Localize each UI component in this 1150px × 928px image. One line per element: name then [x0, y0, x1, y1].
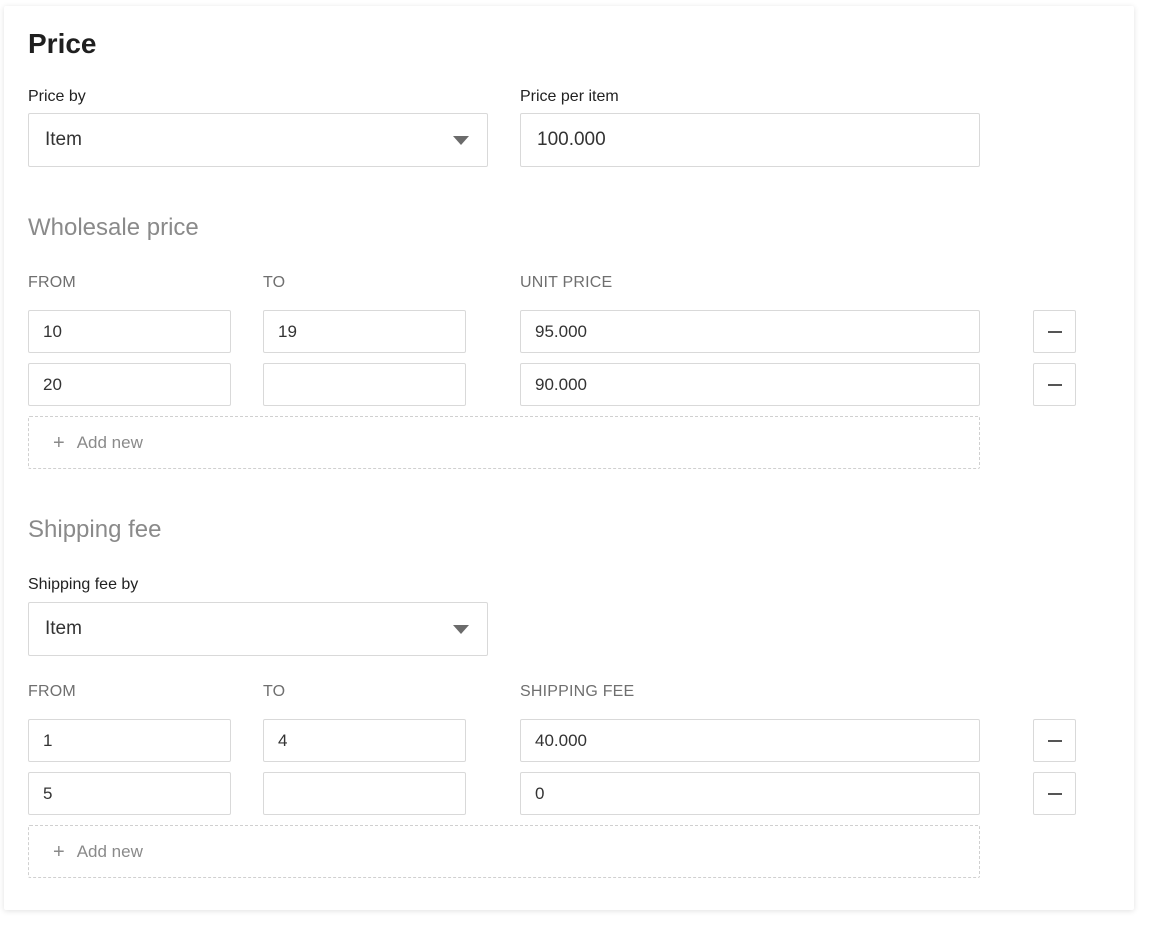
remove-row-button[interactable]: [1033, 310, 1076, 353]
shipping-fee-input[interactable]: 40.000: [520, 719, 980, 762]
price-per-item-input[interactable]: 100.000: [520, 113, 980, 167]
wholesale-unit-price-header: UNIT PRICE: [520, 274, 613, 291]
shipping-title: Shipping fee: [28, 516, 162, 543]
shipping-fee-by-select[interactable]: Item: [28, 602, 488, 656]
shipping-fee-by-label: Shipping fee by: [28, 576, 139, 593]
wholesale-unit-price-value: 95.000: [535, 321, 587, 341]
wholesale-to-input[interactable]: [263, 363, 466, 406]
price-per-item-value: 100.000: [537, 129, 606, 150]
wholesale-from-value: 20: [43, 374, 62, 394]
minus-icon: [1047, 739, 1062, 742]
wholesale-from-value: 10: [43, 321, 62, 341]
shipping-from-value: 1: [43, 730, 53, 750]
wholesale-unit-price-input[interactable]: 90.000: [520, 363, 980, 406]
shipping-from-input[interactable]: 5: [28, 772, 231, 815]
shipping-fee-value: 40.000: [535, 730, 587, 750]
plus-icon: +: [53, 840, 65, 863]
shipping-add-new-button[interactable]: + Add new: [28, 825, 980, 878]
shipping-to-value: 4: [278, 730, 288, 750]
remove-row-button[interactable]: [1033, 772, 1076, 815]
price-title: Price: [28, 28, 97, 59]
shipping-fee-header: SHIPPING FEE: [520, 683, 635, 700]
shipping-from-input[interactable]: 1: [28, 719, 231, 762]
shipping-to-header: TO: [263, 683, 286, 700]
shipping-to-input[interactable]: [263, 772, 466, 815]
shipping-from-header: FROM: [28, 683, 76, 700]
remove-row-button[interactable]: [1033, 363, 1076, 406]
wholesale-unit-price-value: 90.000: [535, 374, 587, 394]
remove-row-button[interactable]: [1033, 719, 1076, 762]
price-per-item-label: Price per item: [520, 88, 619, 105]
minus-icon: [1047, 792, 1062, 795]
wholesale-from-input[interactable]: 10: [28, 310, 231, 353]
shipping-fee-input[interactable]: 0: [520, 772, 980, 815]
minus-icon: [1047, 383, 1062, 386]
shipping-to-input[interactable]: 4: [263, 719, 466, 762]
price-by-value: Item: [45, 129, 82, 150]
add-new-label: Add new: [76, 841, 143, 861]
minus-icon: [1047, 330, 1062, 333]
add-new-label: Add new: [76, 432, 143, 452]
chevron-down-icon: [453, 624, 469, 634]
plus-icon: +: [53, 431, 65, 454]
price-by-select[interactable]: Item: [28, 113, 488, 167]
price-by-label: Price by: [28, 88, 86, 105]
wholesale-to-input[interactable]: 19: [263, 310, 466, 353]
wholesale-to-header: TO: [263, 274, 286, 291]
wholesale-from-header: FROM: [28, 274, 76, 291]
chevron-down-icon: [453, 135, 469, 145]
price-card: Price Price by Item Price per item 100.0…: [4, 6, 1134, 910]
wholesale-add-new-button[interactable]: + Add new: [28, 416, 980, 469]
wholesale-to-value: 19: [278, 321, 297, 341]
wholesale-from-input[interactable]: 20: [28, 363, 231, 406]
shipping-from-value: 5: [43, 783, 53, 803]
wholesale-unit-price-input[interactable]: 95.000: [520, 310, 980, 353]
shipping-fee-value: 0: [535, 783, 545, 803]
shipping-fee-by-value: Item: [45, 618, 82, 639]
wholesale-title: Wholesale price: [28, 214, 199, 241]
